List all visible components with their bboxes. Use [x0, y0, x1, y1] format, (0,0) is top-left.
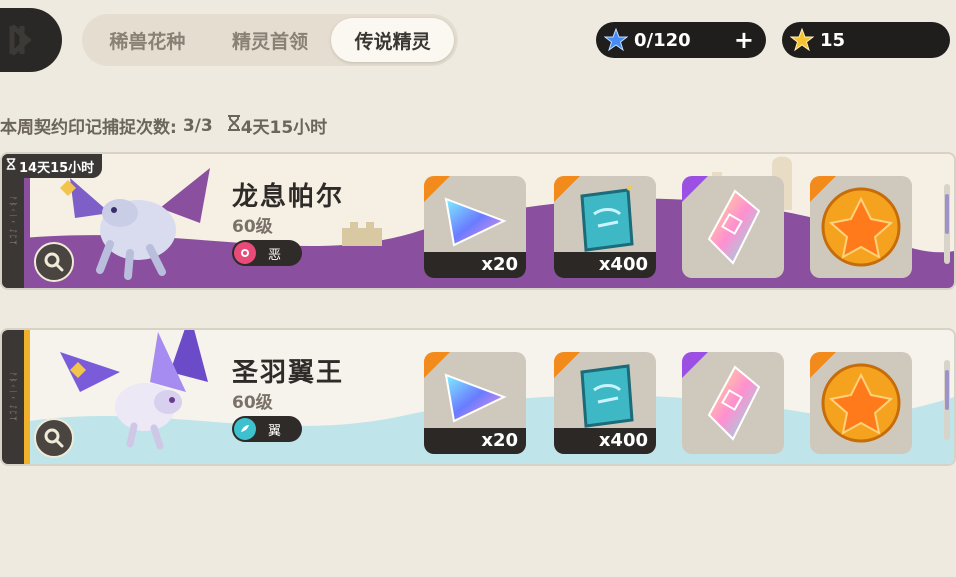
type-label: 翼 [268, 423, 282, 439]
reward-qty: x400 [554, 428, 656, 454]
card-accent-bar [24, 330, 30, 464]
card-scroll-indicator [944, 360, 950, 440]
creature-level: 60级 [232, 393, 273, 413]
reward-item[interactable]: x400 [554, 352, 656, 454]
reward-item[interactable] [682, 176, 784, 278]
legendary-card-1[interactable]: ᚨᛒᚲᛁᚲ ᛇᛈᛉ 14天15小时 龙息帕尔 60级 恶 x20 x400 [0, 152, 956, 290]
reward-qty: x400 [554, 252, 656, 278]
reward-qty: x20 [424, 252, 526, 278]
rainbow-gem-icon [707, 365, 761, 441]
card-side-strip: ᚨᛒᚲᛁᚲ ᛇᛈᛉ [2, 330, 24, 464]
winged-creature-image [50, 330, 220, 456]
creature-name: 圣羽翼王 [232, 358, 345, 388]
rainbow-gem-icon [707, 189, 761, 265]
wing-type-icon [234, 418, 256, 440]
reward-qty: x20 [424, 428, 526, 454]
amber-orb-icon [821, 363, 901, 443]
reward-item[interactable]: x400 [554, 176, 656, 278]
tab-rare-beast[interactable]: 稀兽花种 [86, 18, 209, 62]
magnifier-icon [44, 252, 64, 272]
gold-star-icon [790, 28, 814, 52]
dark-type-icon [234, 242, 256, 264]
reward-item[interactable] [810, 176, 912, 278]
back-button[interactable] [0, 8, 62, 72]
reward-item[interactable] [810, 352, 912, 454]
hourglass-icon [227, 115, 241, 136]
add-blue-star-button[interactable]: + [734, 28, 754, 52]
tab-legendary-spirit[interactable]: 传说精灵 [331, 18, 455, 62]
tab-spirit-boss[interactable]: 精灵首领 [209, 18, 332, 62]
prism-crystal-icon [444, 197, 507, 247]
dragon-creature-image [50, 158, 220, 287]
type-badge: 恶 [232, 240, 302, 266]
weekly-label: 本周契约印记捕捉次数: [0, 118, 177, 138]
reward-item[interactable]: x20 [424, 352, 526, 454]
tab-bar: 稀兽花种 精灵首领 传说精灵 [82, 14, 458, 66]
weekly-capture-info: 本周契约印记捕捉次数: 3/3 4天15小时 [0, 113, 327, 138]
magnifier-icon [44, 428, 64, 448]
back-arrow-icon [9, 24, 32, 56]
resource-blue-star: 0/120 + [596, 22, 766, 58]
type-badge: 翼 [232, 416, 302, 442]
prism-crystal-icon [444, 373, 507, 423]
inspect-button[interactable] [34, 242, 74, 282]
reward-item[interactable] [682, 352, 784, 454]
gold-star-value: 15 [820, 29, 846, 51]
hourglass-icon [6, 158, 16, 174]
weekly-count: 3/3 [182, 115, 213, 136]
inspect-button[interactable] [34, 418, 74, 458]
type-label: 恶 [268, 247, 282, 263]
spell-book-icon [580, 185, 634, 252]
spell-book-icon [580, 364, 634, 428]
reward-item[interactable]: x20 [424, 176, 526, 278]
creature-level: 60级 [232, 217, 273, 237]
legendary-card-2[interactable]: ᚨᛒᚲᛁᚲ ᛇᛈᛉ 圣羽翼王 60级 翼 x20 x400 [0, 328, 956, 466]
weekly-timer: 4天15小时 [240, 118, 328, 138]
resource-gold-star: 15 [782, 22, 950, 58]
creature-name: 龙息帕尔 [232, 182, 345, 212]
blue-star-value: 0/120 [634, 29, 691, 51]
amber-orb-icon [821, 187, 901, 267]
blue-star-icon [604, 28, 628, 52]
card-scroll-indicator [944, 184, 950, 264]
